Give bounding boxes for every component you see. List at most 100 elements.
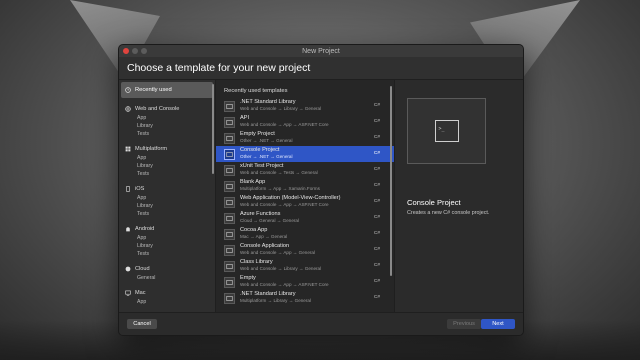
template-language: C# — [373, 295, 380, 300]
template-category-path: Web and Console → App → General — [240, 250, 315, 255]
template-icon — [224, 148, 235, 160]
template-language: C# — [373, 183, 380, 188]
template-name: Cocoa App — [240, 227, 268, 234]
template-row[interactable]: Web Application (Model-View-Controller) W… — [216, 194, 394, 210]
template-list: Recently used templates .NET Standard Li… — [216, 80, 395, 313]
close-window-button[interactable] — [123, 48, 129, 54]
template-language: C# — [373, 247, 380, 252]
template-language: C# — [373, 119, 380, 124]
template-language: C# — [373, 231, 380, 236]
sidebar-subitem[interactable]: Library — [119, 242, 215, 250]
template-category-path: Web and Console → Library → General — [240, 266, 322, 271]
list-header: Recently used templates — [224, 88, 288, 94]
sidebar-category-label: Android — [135, 226, 155, 232]
sidebar-item-recently-used[interactable]: Recently used — [121, 82, 213, 98]
template-icon — [224, 100, 235, 112]
template-icon — [224, 228, 235, 240]
sidebar-subitem[interactable]: General — [119, 274, 215, 282]
sidebar-subitem[interactable]: App — [119, 154, 215, 162]
sidebar-category-ios[interactable]: iOS — [119, 184, 215, 194]
new-project-dialog: New Project Choose a template for your n… — [118, 44, 524, 336]
previous-button[interactable]: Previous — [447, 319, 481, 329]
template-row[interactable]: Console Project Other → .NET → General C# — [216, 146, 394, 162]
template-icon — [224, 276, 235, 288]
template-text: xUnit Test Project Web and Console → Test… — [240, 163, 318, 176]
template-row[interactable]: Class Library Web and Console → Library →… — [216, 258, 394, 274]
sidebar-category-android[interactable]: Android — [119, 224, 215, 234]
sidebar-category-web-and-console[interactable]: Web and Console — [119, 104, 215, 114]
sidebar-subitem[interactable]: Library — [119, 122, 215, 130]
template-icon — [224, 260, 235, 272]
sidebar-subitem[interactable]: App — [119, 194, 215, 202]
template-text: Azure Functions Cloud → General → General — [240, 211, 299, 224]
template-category-path: Cloud → General → General — [240, 218, 299, 223]
template-name: Class Library — [240, 259, 273, 266]
sidebar-category-mac[interactable]: Mac — [119, 288, 215, 298]
template-text: Blank App Multiplatform → App → Xamarin.F… — [240, 179, 320, 192]
template-category-path: Multiplatform → App → Xamarin.Forms — [240, 186, 320, 191]
template-name: .NET Standard Library — [240, 99, 296, 106]
template-text: API Web and Console → App → ASP.NET Core — [240, 115, 329, 128]
category-sidebar: Recently used Web and Console App Library T… — [119, 80, 216, 313]
template-icon — [224, 132, 235, 144]
template-language: C# — [373, 199, 380, 204]
template-row[interactable]: Blank App Multiplatform → App → Xamarin.F… — [216, 178, 394, 194]
sidebar-category-label: Web and Console — [135, 106, 180, 112]
sidebar-group: iOS App Library Tests — [119, 184, 215, 218]
sidebar-subitem[interactable]: App — [119, 298, 215, 306]
template-language: C# — [373, 279, 380, 284]
sidebar-group: Mac App — [119, 288, 215, 306]
sidebar-group: Cloud General — [119, 264, 215, 282]
detail-title: Console Project — [407, 198, 461, 207]
template-language: C# — [373, 215, 380, 220]
zoom-window-button[interactable] — [141, 48, 147, 54]
template-icon — [224, 180, 235, 192]
sidebar-subitem[interactable]: Tests — [119, 130, 215, 138]
window-title: New Project — [302, 47, 340, 55]
sidebar-category-label: Cloud — [135, 266, 150, 272]
template-language: C# — [373, 103, 380, 108]
sidebar-category-label: iOS — [135, 186, 145, 192]
template-row[interactable]: .NET Standard Library Web and Console → L… — [216, 98, 394, 114]
template-name: Blank App — [240, 179, 266, 186]
template-category-path: Web and Console → App → ASP.NET Core — [240, 122, 329, 127]
sidebar-subitem[interactable]: Tests — [119, 210, 215, 218]
template-language: C# — [373, 151, 380, 156]
template-language: C# — [373, 135, 380, 140]
globe-icon — [125, 106, 131, 112]
template-row[interactable]: .NET Standard Library Multiplatform → Lib… — [216, 290, 394, 306]
template-category-path: Multiplatform → Library → General — [240, 298, 311, 303]
sidebar-subitem[interactable]: App — [119, 114, 215, 122]
sidebar-scrollbar[interactable] — [212, 84, 214, 174]
template-icon — [224, 164, 235, 176]
sidebar-category-multiplatform[interactable]: Multiplatform — [119, 144, 215, 154]
dialog-content: Recently used Web and Console App Library T… — [119, 80, 523, 335]
template-name: Azure Functions — [240, 211, 281, 218]
template-row[interactable]: Empty Project Other → .NET → General C# — [216, 130, 394, 146]
sidebar-group: Multiplatform App Library Tests — [119, 144, 215, 178]
template-row[interactable]: Console Application Web and Console → App… — [216, 242, 394, 258]
sidebar-subitem[interactable]: App — [119, 234, 215, 242]
minimize-window-button[interactable] — [132, 48, 138, 54]
sidebar-subitem[interactable]: Library — [119, 202, 215, 210]
list-scrollbar[interactable] — [390, 86, 392, 276]
sidebar-group: Web and Console App Library Tests — [119, 104, 215, 138]
template-name: Empty — [240, 275, 256, 282]
sidebar-group: Android App Library Tests — [119, 224, 215, 258]
template-row[interactable]: API Web and Console → App → ASP.NET Core C… — [216, 114, 394, 130]
sidebar-subitem[interactable]: Tests — [119, 250, 215, 258]
sidebar-groups: Web and Console App Library Tests Multiplatf… — [119, 104, 215, 306]
template-name: Web Application (Model-View-Controller) — [240, 195, 341, 202]
page-title: Choose a template for your new project — [119, 57, 523, 80]
sidebar-category-cloud[interactable]: Cloud — [119, 264, 215, 274]
sidebar-subitem[interactable]: Library — [119, 162, 215, 170]
template-row[interactable]: Cocoa App Mac → App → General C# — [216, 226, 394, 242]
template-row[interactable]: Azure Functions Cloud → General → General… — [216, 210, 394, 226]
template-icon — [224, 244, 235, 256]
sidebar-subitem[interactable]: Tests — [119, 170, 215, 178]
template-row[interactable]: Empty Web and Console → App → ASP.NET Cor… — [216, 274, 394, 290]
template-row[interactable]: xUnit Test Project Web and Console → Test… — [216, 162, 394, 178]
next-button[interactable]: Next — [481, 319, 515, 329]
cancel-button[interactable]: Cancel — [127, 319, 157, 329]
template-text: Console Project Other → .NET → General — [240, 147, 293, 160]
